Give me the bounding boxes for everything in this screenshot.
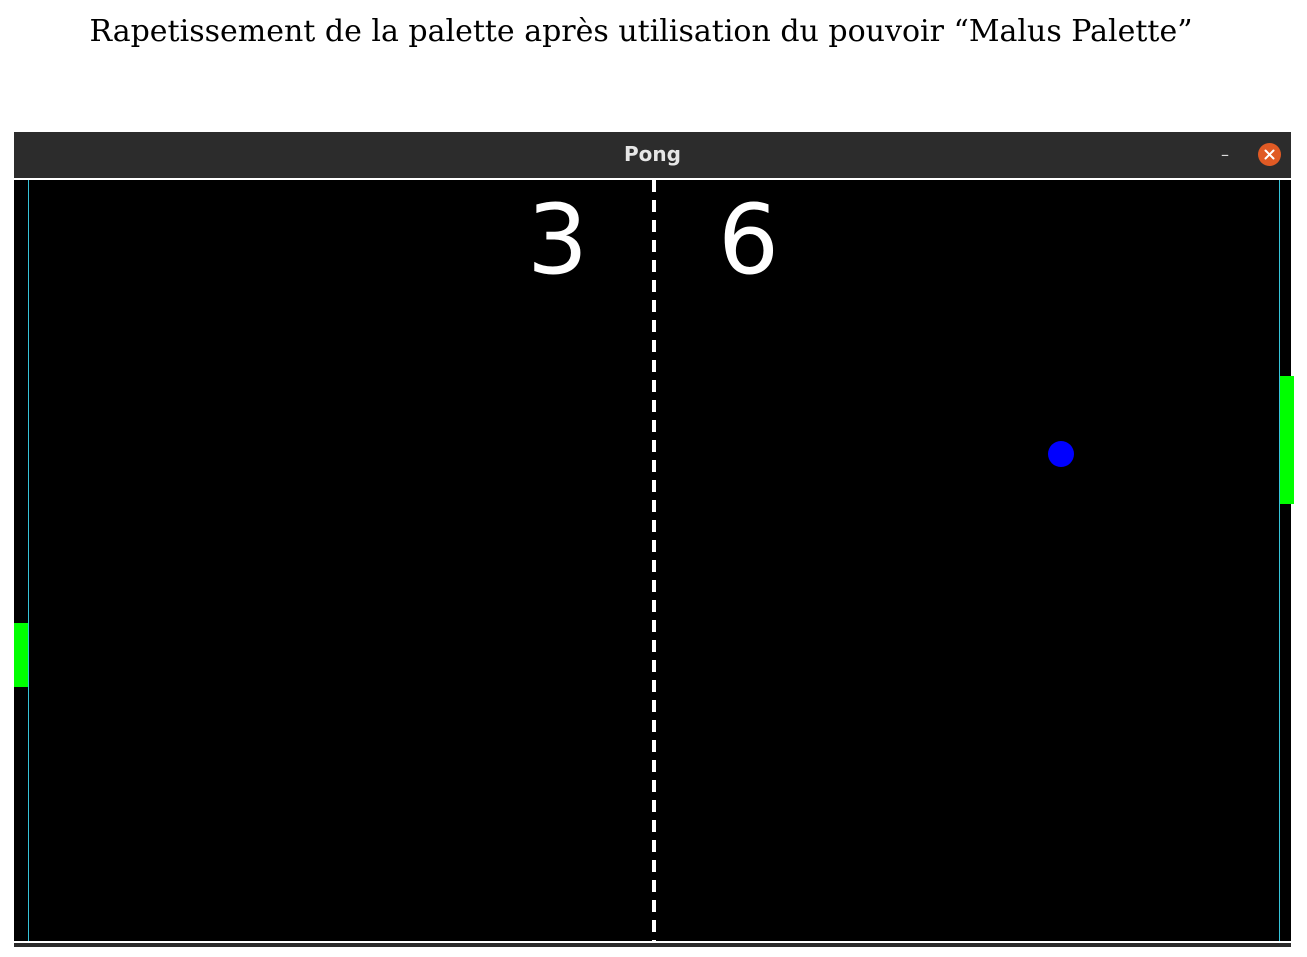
figure-caption: Rapetissement de la palette après utilis…	[89, 14, 1193, 49]
title-bar[interactable]: Pong –	[14, 132, 1291, 177]
ball	[1048, 441, 1074, 467]
minimize-button[interactable]: –	[1215, 144, 1235, 166]
window-title: Pong	[624, 142, 681, 166]
right-goal-line	[1279, 180, 1280, 941]
left-paddle	[14, 623, 28, 687]
game-canvas[interactable]: 3 6	[14, 178, 1294, 943]
center-net-line	[652, 180, 656, 941]
right-player-score: 6	[718, 184, 780, 296]
left-player-score: 3	[527, 184, 589, 296]
left-goal-line	[28, 180, 29, 941]
right-paddle	[1280, 376, 1294, 504]
pong-window: Pong – 3 6	[14, 132, 1294, 947]
close-icon	[1264, 149, 1275, 160]
close-button[interactable]	[1258, 143, 1281, 166]
